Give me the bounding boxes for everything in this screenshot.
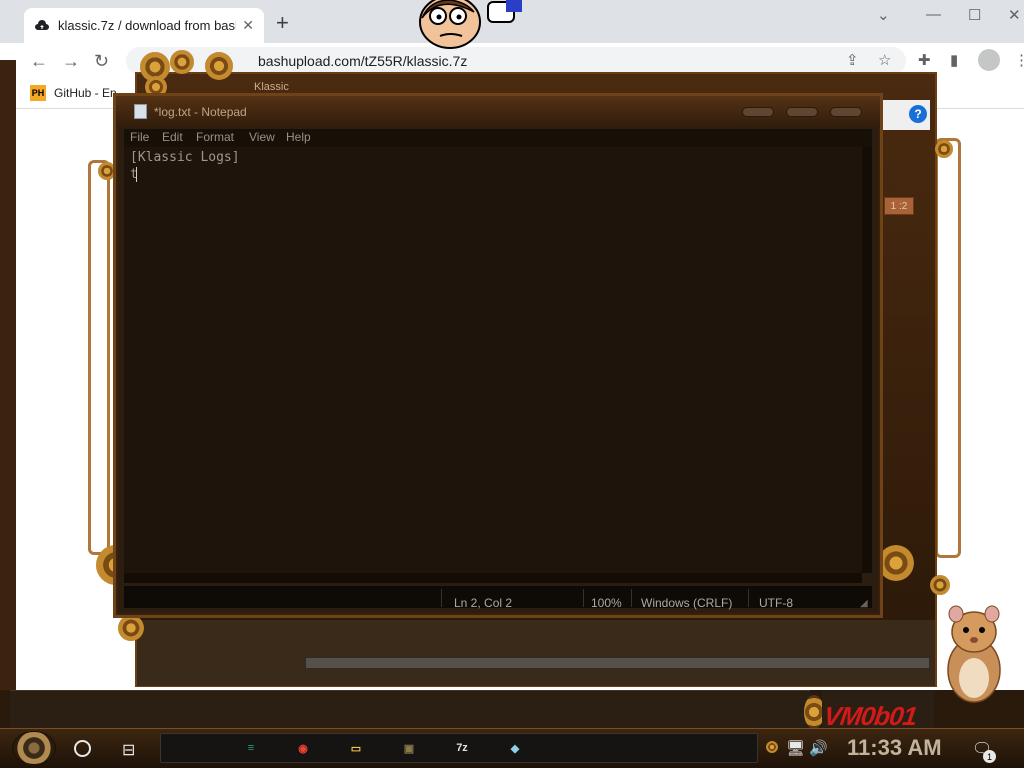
tab-title: klassic.7z / download from bashupload bbox=[58, 18, 236, 33]
ph-bookmark-icon: PH bbox=[30, 85, 46, 101]
notepad-title: *log.txt - Notepad bbox=[154, 105, 247, 119]
classic-tool-icon[interactable]: ▣ bbox=[397, 736, 421, 760]
menu-edit[interactable]: Edit bbox=[162, 130, 183, 144]
klassic-scrollbar[interactable] bbox=[305, 657, 930, 669]
klassic-badge: 1 :2 bbox=[884, 197, 914, 215]
notepad-text-area[interactable] bbox=[124, 147, 862, 573]
notepad-maximize-button[interactable] bbox=[786, 107, 818, 117]
search-circle-icon[interactable] bbox=[74, 740, 91, 757]
notification-count-badge: 1 bbox=[983, 750, 996, 763]
file-explorer-icon[interactable]: ▭ bbox=[344, 736, 368, 760]
chrome-icon[interactable]: ◉ bbox=[291, 736, 315, 760]
horizontal-scrollbar[interactable] bbox=[124, 573, 862, 583]
notepad-document-icon bbox=[134, 104, 147, 119]
browser-tab[interactable]: klassic.7z / download from bashupload ✕ bbox=[24, 8, 264, 43]
gear-icon bbox=[804, 695, 824, 729]
tab-close-icon[interactable]: ✕ bbox=[242, 17, 254, 34]
bookmark-item[interactable]: GitHub - En bbox=[54, 86, 117, 100]
gauge-icon bbox=[170, 50, 194, 74]
sheets-icon[interactable]: ≡ bbox=[239, 736, 263, 760]
back-button[interactable]: ← bbox=[30, 51, 48, 72]
tab-search-icon[interactable]: ⌄ bbox=[877, 6, 890, 24]
menu-format[interactable]: Format bbox=[196, 130, 234, 144]
hamster-icon bbox=[947, 605, 1001, 703]
menu-file[interactable]: File bbox=[130, 130, 149, 144]
secondary-bar bbox=[10, 690, 810, 730]
resize-grip-icon[interactable]: ◢ bbox=[860, 598, 868, 609]
status-divider bbox=[748, 589, 749, 607]
status-zoom: 100% bbox=[591, 596, 622, 610]
gear-icon bbox=[118, 615, 144, 641]
status-cursor-position: Ln 2, Col 2 bbox=[454, 596, 513, 610]
start-button[interactable] bbox=[12, 731, 56, 765]
left-pipe bbox=[88, 160, 110, 555]
status-divider bbox=[441, 589, 442, 607]
taskbar-clock[interactable]: 11:33 AM bbox=[847, 735, 942, 761]
notepad-menubar bbox=[124, 129, 872, 147]
klassic-title: Klassic bbox=[254, 81, 289, 93]
system-tray-icons[interactable]: 🖥 🔊 bbox=[786, 739, 828, 757]
status-encoding: UTF-8 bbox=[759, 596, 793, 610]
profile-avatar[interactable] bbox=[978, 49, 1000, 71]
gear-icon bbox=[766, 741, 778, 753]
text-line: [Klassic Logs] bbox=[130, 150, 240, 165]
status-line-ending: Windows (CRLF) bbox=[641, 596, 733, 610]
task-view-icon[interactable]: ⊟ bbox=[122, 740, 135, 760]
gear-icon bbox=[878, 545, 914, 581]
notepad-window: *log.txt - Notepad File Edit Format View… bbox=[113, 93, 883, 618]
minimize-button[interactable]: — bbox=[926, 6, 941, 23]
7zip-icon[interactable]: 7z bbox=[450, 736, 474, 760]
menu-help[interactable]: Help bbox=[286, 130, 311, 144]
cloud-upload-icon bbox=[35, 19, 49, 30]
gauge-icon bbox=[935, 140, 953, 158]
reload-button[interactable]: ↻ bbox=[94, 51, 109, 72]
notepad-close-button[interactable] bbox=[830, 107, 862, 117]
status-divider bbox=[631, 589, 632, 607]
klassic-bottom-panel bbox=[137, 620, 935, 686]
right-pipe bbox=[935, 138, 961, 558]
forward-button[interactable]: → bbox=[62, 51, 80, 72]
share-icon[interactable]: ⇪ bbox=[846, 51, 859, 69]
left-rail bbox=[0, 60, 16, 690]
glass-app-icon[interactable]: ◆ bbox=[503, 736, 527, 760]
vertical-scrollbar[interactable] bbox=[862, 147, 872, 573]
status-divider bbox=[583, 589, 584, 607]
browser-menu-icon[interactable]: ⋮ bbox=[1014, 51, 1024, 69]
bookmark-star-icon[interactable]: ☆ bbox=[878, 51, 891, 69]
side-panel-icon[interactable]: ▮ bbox=[950, 51, 958, 69]
maximize-button[interactable]: ☐ bbox=[968, 6, 981, 24]
notepad-minimize-button[interactable] bbox=[742, 107, 774, 117]
menu-view[interactable]: View bbox=[249, 130, 275, 144]
new-tab-button[interactable]: + bbox=[276, 12, 289, 34]
extensions-icon[interactable]: ✚ bbox=[918, 51, 931, 69]
gear-icon bbox=[930, 575, 950, 595]
help-icon[interactable]: ? bbox=[909, 105, 927, 123]
text-caret bbox=[136, 167, 137, 182]
gear-icon bbox=[205, 52, 233, 80]
close-window-button[interactable]: ✕ bbox=[1008, 6, 1021, 24]
cartoon-character-icon bbox=[419, 0, 522, 49]
